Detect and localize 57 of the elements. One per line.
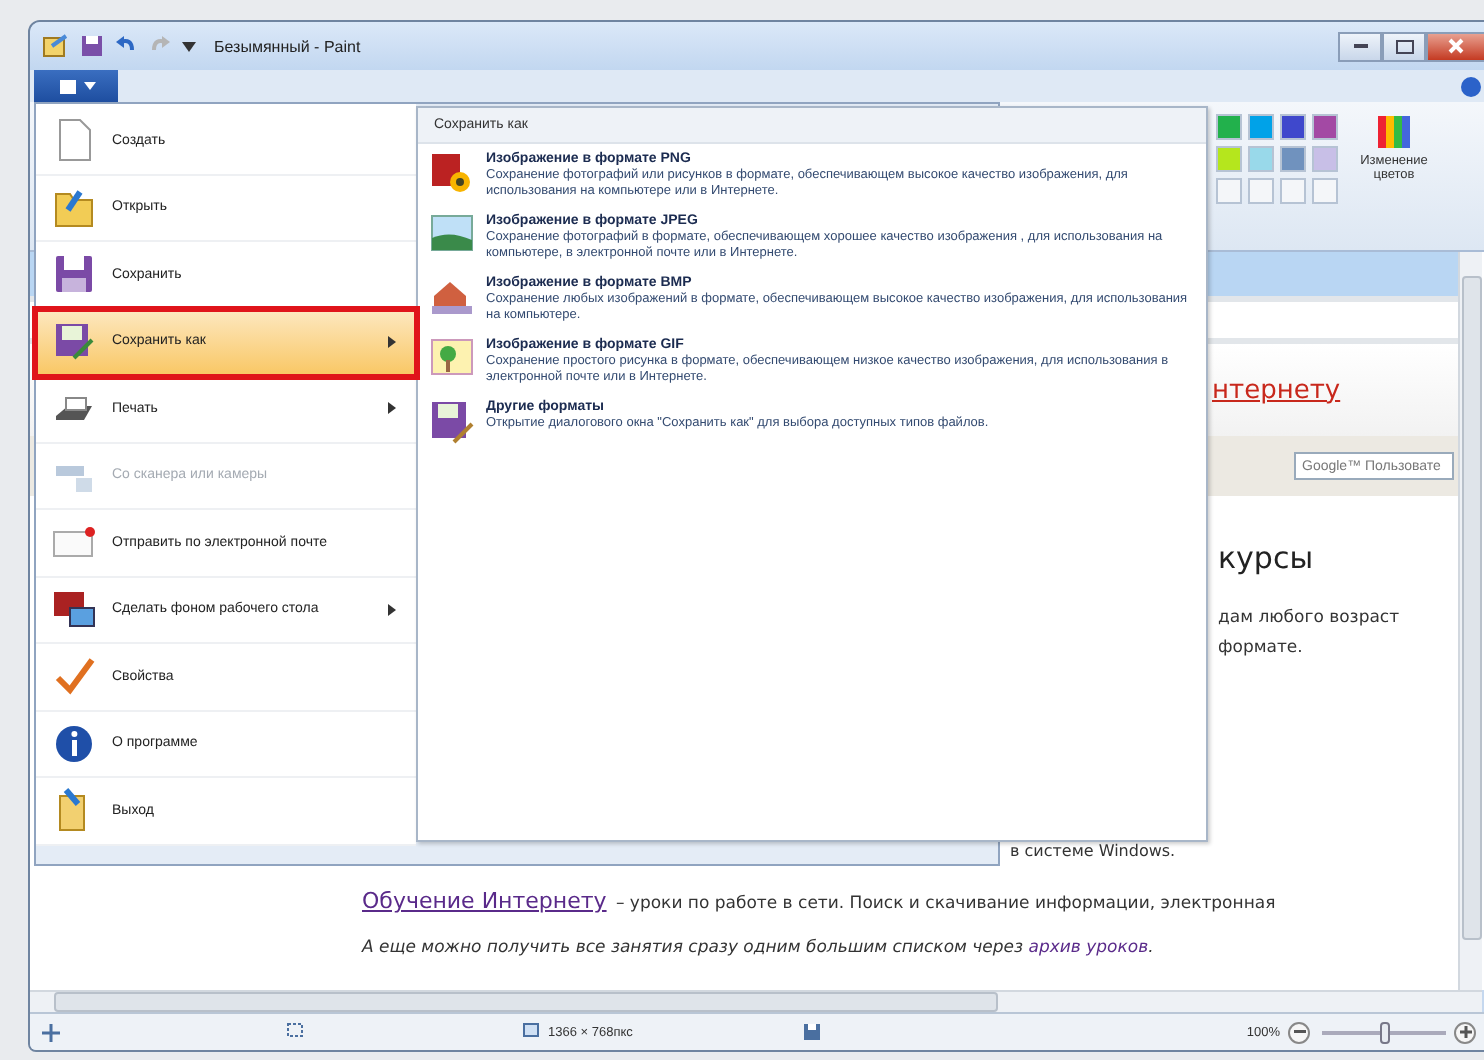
plus-icon [1459,1026,1472,1038]
site-title-link[interactable]: нтернету [1212,375,1341,405]
info-icon [52,723,96,764]
color-swatch[interactable] [1280,114,1306,140]
zoom-slider-thumb[interactable] [1380,1021,1391,1043]
color-swatch[interactable] [1216,178,1242,204]
lesson-paragraph: Обучение Интернету – уроки по работе в сети. Поиск и скачивание информации, электронная [362,888,1278,914]
color-swatch[interactable] [1280,178,1306,204]
floppy-disk-icon [430,399,474,443]
submenu-arrow-icon [388,603,396,616]
printer-icon [52,395,96,422]
document-icon [57,77,77,95]
maximize-button[interactable] [1382,31,1426,61]
color-swatch[interactable] [1280,146,1306,172]
intro-text: формате. [1218,638,1305,658]
archive-link[interactable]: архив уроков [1028,938,1149,958]
submenu-arrow-icon [388,335,396,348]
color-swatch[interactable] [1216,114,1242,140]
archive-paragraph: А еще можно получить все занятия сразу одним большим списком через архив уроков. [362,938,1156,958]
zoom-in-button[interactable] [1454,1021,1477,1043]
close-button[interactable] [1426,31,1484,61]
save-as-icon [52,321,96,362]
body-text: в системе Windows. [1008,842,1178,860]
intro-text: дам любого возраст [1218,608,1402,628]
color-swatch[interactable] [1216,146,1242,172]
submenu-arrow-icon [388,402,396,415]
vertical-scrollbar[interactable] [1458,252,1482,990]
window-title: Безымянный - Paint [214,37,361,55]
save-icon[interactable] [80,34,104,58]
folder-icon [52,185,96,230]
dropdown-caret-icon[interactable] [182,41,196,51]
landscape-picture-icon [430,213,474,254]
horizontal-scrollbar[interactable] [30,990,1482,1012]
caret-icon [83,82,95,90]
close-icon [1448,38,1464,54]
internet-lessons-link[interactable]: Обучение Интернету [362,888,607,914]
paint-app-icon [42,34,70,58]
rainbow-palette-icon [1376,114,1412,150]
canvas-size-icon [522,1022,542,1042]
file-menu-button[interactable] [34,70,118,102]
color-swatch[interactable] [1312,146,1338,172]
color-swatch[interactable] [1312,178,1338,204]
minus-icon [1293,1030,1306,1034]
tree-picture-icon [430,337,474,378]
monitor-icon [52,589,96,630]
minimize-button[interactable] [1338,31,1382,61]
selection-icon [286,1022,306,1042]
envelope-icon [52,526,96,559]
color-swatch[interactable] [1248,178,1274,204]
checkmark-icon [52,656,96,697]
color-swatch[interactable] [1248,114,1274,140]
zoom-out-button[interactable] [1288,1021,1311,1043]
page-heading: курсы [1218,540,1316,576]
color-swatch[interactable] [1312,114,1338,140]
crosshair-icon [42,1023,60,1041]
color-swatch[interactable] [1248,146,1274,172]
flower-picture-icon [430,152,474,196]
